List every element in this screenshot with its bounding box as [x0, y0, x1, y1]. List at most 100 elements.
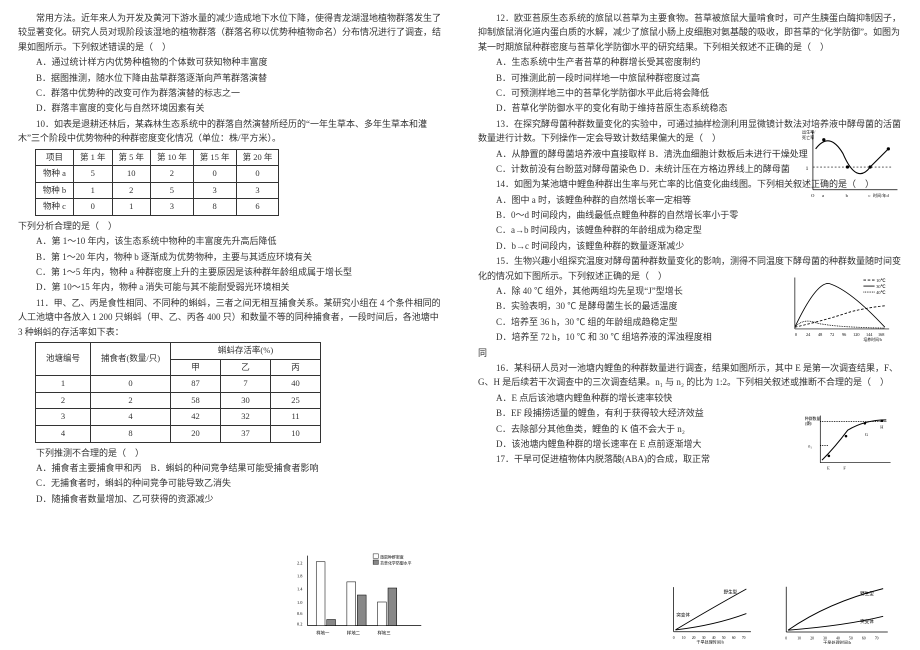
table-row: 物种 a 5 10 2 0 0 — [36, 166, 279, 183]
svg-text:30℃: 30℃ — [876, 284, 885, 289]
svg-text:突变体: 突变体 — [860, 618, 874, 625]
table-row: 4 8 20 37 10 — [36, 425, 321, 442]
svg-text:0.6: 0.6 — [297, 611, 303, 616]
q9-opt-d: D．群落丰富度的变化与自然环境因素有关 — [18, 101, 442, 115]
svg-text:120: 120 — [853, 332, 859, 337]
svg-text:死亡率: 死亡率 — [802, 134, 814, 140]
table-row: 1 0 87 7 40 — [36, 376, 321, 393]
curve-q17a-icon: 野生型 突变体 0 10 20 30 40 50 60 70 干旱处理时间/h … — [660, 584, 760, 644]
svg-text:野生型: 野生型 — [860, 590, 874, 597]
svg-text:20: 20 — [692, 636, 696, 640]
svg-text:70: 70 — [742, 636, 746, 640]
svg-text:60: 60 — [862, 636, 866, 640]
left-column: 常用方法。近年来人为开发及黄河下游水量的减少造成地下水位下降，使得青龙湖湿地植物… — [0, 0, 460, 650]
table-row: 物种 c 0 1 3 8 6 — [36, 199, 279, 216]
svg-text:(条): (条) — [805, 421, 812, 426]
q10-opt-b: B．第 1～20 年内，物种 b 逐渐成为优势物种，主要与其适应环境有关 — [18, 250, 442, 264]
svg-text:0: 0 — [673, 636, 675, 640]
svg-text:2.2: 2.2 — [297, 560, 302, 565]
q16-opt-a: A．E 点后该池塘内鲤鱼种群的增长速率较快 — [478, 391, 778, 405]
svg-text:野生型: 野生型 — [724, 589, 738, 596]
q9-opt-b: B．据图推测，随水位下降由盐草群落逐渐向芦苇群落演替 — [18, 71, 442, 85]
svg-text:168: 168 — [878, 332, 884, 337]
svg-text:时间/年: 时间/年 — [873, 192, 886, 198]
q12-opt-d: D．苔草化学防御水平的变化有助于维持苔原生态系统稳态 — [478, 101, 902, 115]
svg-text:40℃: 40℃ — [876, 290, 885, 295]
q15-opt-b: B．实验表明，30 ℃ 是酵母菌生长的最适温度 — [478, 299, 758, 313]
svg-text:a: a — [822, 193, 824, 198]
table-q10: 项目 第 1 年 第 5 年 第 10 年 第 15 年 第 20 年 物种 a… — [35, 149, 279, 216]
q12-stem: 12．欧亚苔原生态系统的旅鼠以苔草为主要食物。苔草被旅鼠大量啃食时，可产生胰蛋白… — [478, 11, 902, 54]
curve-q17b-icon: 野生型 突变体 0 10 20 30 40 50 60 70 干旱处理时间/h — [772, 584, 902, 644]
svg-text:72: 72 — [830, 332, 834, 337]
svg-text:种群数量: 种群数量 — [805, 416, 821, 421]
svg-text:培养时间/h: 培养时间/h — [863, 337, 881, 342]
svg-text:突变体: 突变体 — [676, 611, 690, 618]
svg-text:0.2: 0.2 — [297, 622, 302, 627]
q16-opt-b: B．EF 段捕捞适量的鲤鱼，有利于获得较大经济效益 — [478, 406, 778, 420]
svg-text:24: 24 — [806, 332, 811, 337]
q15-opt-d: D．培养至 72 h，10 ℃ 和 30 ℃ 组培养液的浑浊程度相 — [478, 330, 758, 344]
table-row: 物种 b 1 2 5 3 3 — [36, 182, 279, 199]
svg-text:G: G — [865, 432, 868, 437]
q10-opt-a: A．第 1～10 年内，该生态系统中物种的丰富度先升高后降低 — [18, 234, 442, 248]
q9-opt-c: C．群落中优势种的改变可作为群落演替的标志之一 — [18, 86, 442, 100]
svg-text:c: c — [868, 193, 870, 198]
table-row: 项目 第 1 年 第 5 年 第 10 年 第 15 年 第 20 年 — [36, 149, 279, 166]
q12-opt-c: C．可预测样地三中的苔草化学防御水平此后将会降低 — [478, 86, 902, 100]
q15-opt-a: A．除 40 ℃ 组外，其他两组均先呈现“J”型增长 — [478, 284, 758, 298]
svg-text:1.0: 1.0 — [297, 600, 303, 605]
q12-opt-b: B．可推测此前一段时间样地一中旅鼠种群密度过高 — [478, 71, 902, 85]
svg-text:样地二: 样地二 — [347, 629, 361, 636]
svg-text:样地一: 样地一 — [316, 629, 330, 636]
bar-chart-icon: 2.2 1.8 1.4 1.0 0.6 0.2 样地一 样地二 样地三 旅鼠种群… — [290, 550, 430, 640]
q9-opt-a: A．通过统计样方内优势种植物的个体数可获知物种丰富度 — [18, 55, 442, 69]
q14-opt-d: D．b→c 时间段内，该鲤鱼种群的数量逐渐减少 — [478, 239, 768, 253]
q11-opt-c: C．无捕食者时，蝌蚪的种间竞争可能导致乙消失 — [18, 476, 442, 490]
q16-opt-d: D．该池塘内鲤鱼种群的增长速率在 E 点前逐渐增大 — [478, 437, 778, 451]
q10-sub: 下列分析合理的是（ ） — [18, 219, 442, 233]
svg-text:70: 70 — [875, 636, 879, 640]
curve-q16-icon: n₁ n₂ E F G H 种群数量 (条) — [802, 413, 902, 473]
svg-text:O: O — [811, 193, 815, 198]
svg-text:60: 60 — [732, 636, 736, 640]
svg-text:出生率/: 出生率/ — [802, 128, 816, 134]
q10-stem: 10．如表是退耕还林后，某森林生态系统中的群落自然演替所经历的“一年生草本、多年… — [18, 117, 442, 146]
svg-text:0: 0 — [785, 636, 787, 640]
svg-text:b: b — [846, 193, 849, 198]
svg-text:E: E — [827, 466, 830, 471]
right-column: 12．欧亚苔原生态系统的旅鼠以苔草为主要食物。苔草被旅鼠大量啃食时，可产生胰蛋白… — [460, 0, 920, 650]
svg-text:10: 10 — [682, 636, 686, 640]
svg-text:d: d — [887, 193, 890, 198]
svg-text:96: 96 — [842, 332, 846, 337]
svg-text:0: 0 — [795, 332, 797, 337]
svg-text:n₁: n₁ — [808, 443, 812, 448]
curve-q15-icon: 0 24 48 72 96 120 144 168 培养时间/h 10℃ 30℃… — [782, 270, 902, 345]
q12-opt-a: A．生态系统中生产者苔草的种群增长受其密度制约 — [478, 55, 902, 69]
q11-sub: 下列推测不合理的是（ ） — [18, 446, 442, 460]
table-row: 池塘编号 捕食者(数量/只) 蝌蚪存活率(%) — [36, 343, 321, 360]
q16-opt-c: C．去除部分其他鱼类，鲤鱼的 K 值不会大于 n₂ — [478, 422, 778, 436]
q14-opt-a: A．图中 a 时，该鲤鱼种群的自然增长率一定相等 — [478, 193, 768, 207]
svg-text:48: 48 — [818, 332, 822, 337]
svg-text:1.4: 1.4 — [297, 587, 303, 592]
svg-text:旅鼠种群密度: 旅鼠种群密度 — [380, 554, 404, 559]
svg-text:20: 20 — [810, 636, 814, 640]
q11-opt-ab: A．捕食者主要捕食甲和丙 B．蝌蚪的种间竞争结果可能受捕食者影响 — [18, 461, 442, 475]
q10-opt-c: C．第 1～5 年内，物种 a 种群密度上升的主要原因是该种群年龄组成属于增长型 — [18, 265, 442, 279]
svg-text:1: 1 — [806, 166, 809, 172]
q9-intro: 常用方法。近年来人为开发及黄河下游水量的减少造成地下水位下降，使得青龙湖湿地植物… — [18, 11, 442, 54]
q16-stem: 16．某科研人员对一池塘内鲤鱼的种群数量进行调查，结果如图所示，其中 E 是第一… — [478, 361, 902, 390]
svg-text:样地三: 样地三 — [378, 629, 392, 636]
svg-text:1.8: 1.8 — [297, 574, 303, 579]
svg-text:干旱处理时间/h: 干旱处理时间/h — [696, 639, 724, 644]
table-row: 2 2 58 30 25 — [36, 392, 321, 409]
table-row: 3 4 42 32 11 — [36, 409, 321, 426]
svg-text:H: H — [880, 424, 883, 429]
q15-end: 同 — [478, 346, 902, 360]
q14-opt-c: C．a→b 时间段内，该鲤鱼种群的年龄组成为稳定型 — [478, 223, 768, 237]
q14-opt-b: B．0～d 时间段内，曲线最低点鲤鱼种群的自然增长率小于零 — [478, 208, 768, 222]
svg-text:干旱处理时间/h: 干旱处理时间/h — [823, 639, 852, 644]
q10-opt-d: D．第 10～15 年内，物种 a 消失可能与其不能耐受弱光环境相关 — [18, 280, 442, 294]
q11-stem: 11．甲、乙、丙是食性相同、不同种的蝌蚪，三者之间无相互捕食关系。某研究小组在 … — [18, 296, 442, 339]
